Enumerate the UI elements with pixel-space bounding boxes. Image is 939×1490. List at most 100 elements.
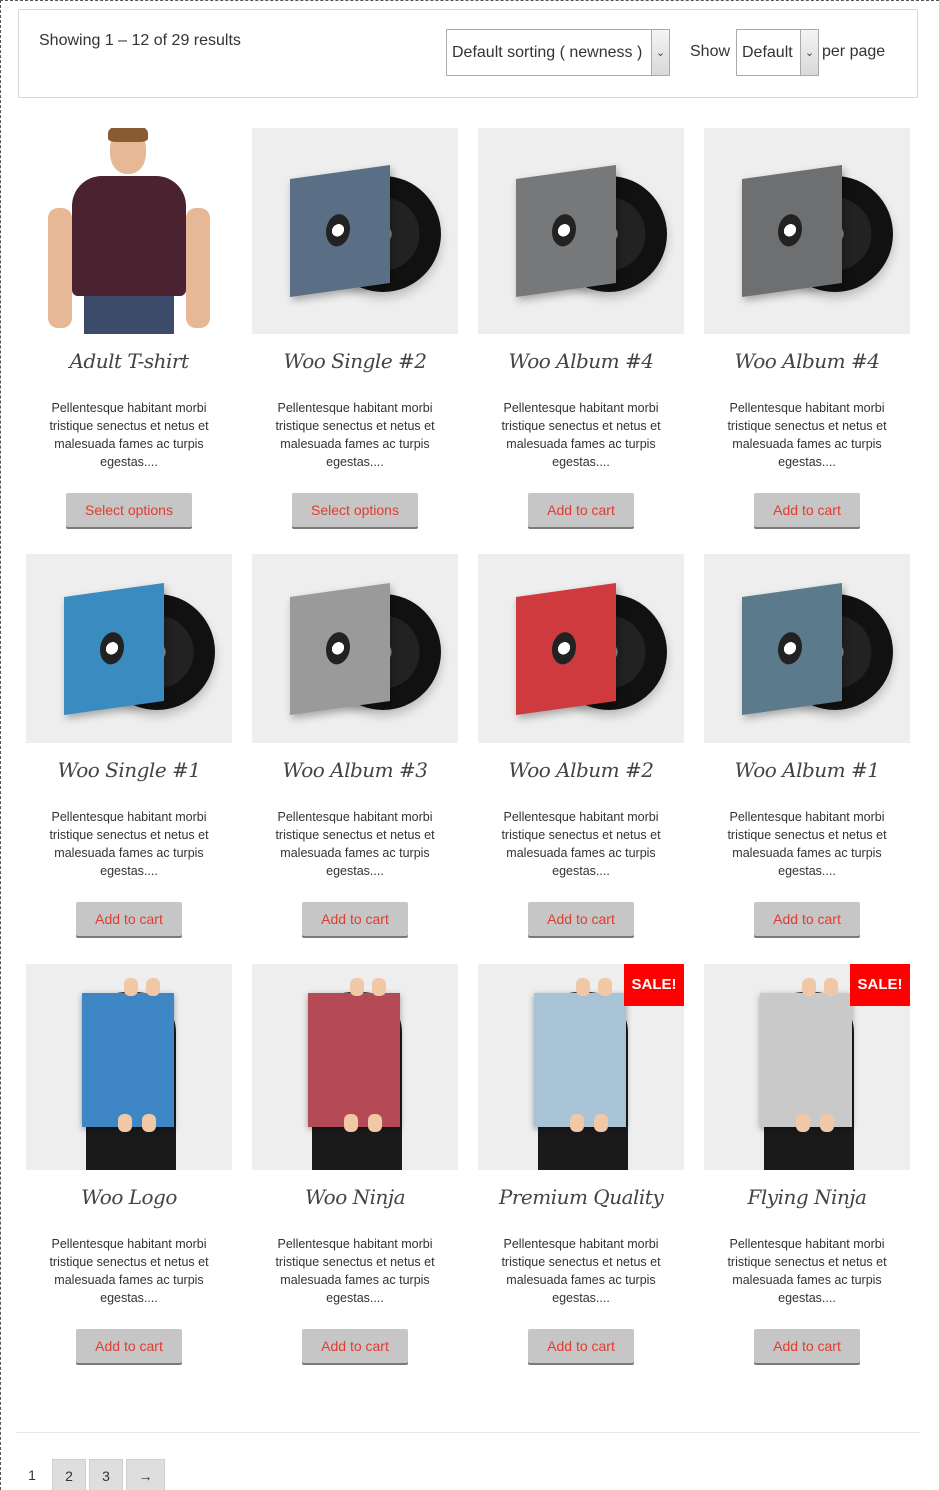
product-image[interactable] (252, 128, 458, 334)
product-image[interactable] (26, 964, 232, 1170)
hand-finger (820, 1114, 834, 1132)
hand-finger (372, 978, 386, 996)
per-page-select[interactable]: Default ⌄ (736, 29, 819, 76)
product-title[interactable]: Woo Album #2 (478, 758, 684, 788)
sleeve-hole (552, 630, 576, 666)
product-title[interactable]: Woo Logo (26, 1185, 232, 1215)
per-page-label: per page (822, 43, 886, 60)
person-shirt (72, 176, 186, 296)
poster-image (308, 993, 400, 1127)
product-title[interactable]: Woo Album #4 (478, 349, 684, 379)
per-page-value: Default (742, 43, 793, 61)
sleeve-hole (552, 212, 576, 248)
product-title[interactable]: Flying Ninja (704, 1185, 910, 1215)
add-to-cart-button[interactable]: Add to cart (754, 902, 860, 936)
person-jeans (84, 296, 174, 334)
album-sleeve-image (516, 582, 616, 716)
poster-image (534, 993, 626, 1127)
product-image[interactable]: SALE! (704, 964, 910, 1170)
hand-finger (368, 1114, 382, 1132)
product-description: Pellentesque habitant morbi tristique se… (727, 1237, 887, 1305)
add-to-cart-button[interactable]: Add to cart (528, 902, 634, 936)
sleeve-hole (100, 630, 124, 666)
person-hair (108, 128, 148, 142)
product-card: Woo Single #2 Pellentesque habitant morbi… (252, 128, 458, 527)
product-description: Pellentesque habitant morbi tristique se… (49, 401, 209, 469)
person-arm (48, 208, 72, 328)
product-image[interactable] (478, 554, 684, 743)
poster-image (760, 993, 852, 1127)
add-to-cart-button[interactable]: Add to cart (528, 1329, 634, 1363)
product-title[interactable]: Woo Single #2 (252, 349, 458, 379)
product-image[interactable] (704, 128, 910, 334)
product-image[interactable] (26, 128, 232, 334)
product-image[interactable] (252, 554, 458, 743)
product-card: Woo Album #1 Pellentesque habitant morbi … (704, 554, 910, 936)
hand-finger (350, 978, 364, 996)
pagination-page-2[interactable]: 2 (52, 1459, 86, 1490)
hand-finger (142, 1114, 156, 1132)
product-title[interactable]: Premium Quality (478, 1185, 684, 1215)
product-image[interactable]: SALE! (478, 964, 684, 1170)
add-to-cart-button[interactable]: Add to cart (302, 902, 408, 936)
sort-select-value: Default sorting ( newness ) (452, 43, 643, 61)
select-options-button[interactable]: Select options (66, 493, 192, 527)
sleeve-hole (326, 630, 350, 666)
product-description: Pellentesque habitant morbi tristique se… (49, 1237, 209, 1305)
add-to-cart-button[interactable]: Add to cart (528, 493, 634, 527)
product-image[interactable] (26, 554, 232, 743)
add-to-cart-button[interactable]: Add to cart (76, 1329, 182, 1363)
product-card: Woo Album #4 Pellentesque habitant morbi … (704, 128, 910, 527)
add-to-cart-button[interactable]: Add to cart (76, 902, 182, 936)
sleeve-hole (326, 212, 350, 248)
shop-toolbar: Showing 1 – 12 of 29 results Default sor… (18, 9, 918, 98)
show-label: Show (690, 43, 731, 60)
person-arm (186, 208, 210, 328)
product-title[interactable]: Woo Single #1 (26, 758, 232, 788)
pagination-next-button[interactable]: → (126, 1459, 165, 1490)
divider (16, 1432, 920, 1433)
product-card: Woo Album #3 Pellentesque habitant morbi … (252, 554, 458, 936)
product-card: SALE! Premium Quality Pellentesque habitan… (478, 964, 684, 1363)
product-title[interactable]: Woo Album #1 (704, 758, 910, 788)
album-sleeve-image (742, 582, 842, 716)
product-title[interactable]: Adult T-shirt (26, 349, 232, 379)
product-card: Woo Ninja Pellentesque habitant morbi tri… (252, 964, 458, 1363)
hand-finger (146, 978, 160, 996)
add-to-cart-button[interactable]: Add to cart (754, 493, 860, 527)
hand-finger (594, 1114, 608, 1132)
pagination-page-3[interactable]: 3 (89, 1459, 123, 1490)
product-card: Woo Single #1 Pellentesque habitant morbi… (26, 554, 232, 936)
add-to-cart-button[interactable]: Add to cart (302, 1329, 408, 1363)
product-title[interactable]: Woo Ninja (252, 1185, 458, 1215)
product-image[interactable] (478, 128, 684, 334)
product-description: Pellentesque habitant morbi tristique se… (727, 810, 887, 878)
hand-finger (118, 1114, 132, 1132)
product-card: Woo Album #4 Pellentesque habitant morbi … (478, 128, 684, 527)
chevron-down-icon: ⌄ (651, 30, 669, 75)
product-title[interactable]: Woo Album #4 (704, 349, 910, 379)
product-image[interactable] (252, 964, 458, 1170)
chevron-down-icon: ⌄ (800, 30, 818, 75)
poster-image (82, 993, 174, 1127)
sale-badge: SALE! (850, 964, 910, 1006)
product-description: Pellentesque habitant morbi tristique se… (727, 401, 887, 469)
add-to-cart-button[interactable]: Add to cart (754, 1329, 860, 1363)
product-description: Pellentesque habitant morbi tristique se… (49, 810, 209, 878)
product-description: Pellentesque habitant morbi tristique se… (501, 401, 661, 469)
sort-select[interactable]: Default sorting ( newness ) ⌄ (446, 29, 670, 76)
album-sleeve-image (742, 164, 842, 298)
hand-finger (576, 978, 590, 996)
hand-finger (802, 978, 816, 996)
product-title[interactable]: Woo Album #3 (252, 758, 458, 788)
result-count: Showing 1 – 12 of 29 results (39, 32, 241, 49)
sleeve-hole (778, 630, 802, 666)
product-card: Woo Logo Pellentesque habitant morbi tris… (26, 964, 232, 1363)
product-description: Pellentesque habitant morbi tristique se… (501, 1237, 661, 1305)
product-image[interactable] (704, 554, 910, 743)
select-options-button[interactable]: Select options (292, 493, 418, 527)
product-card: Woo Album #2 Pellentesque habitant morbi … (478, 554, 684, 936)
hand-finger (796, 1114, 810, 1132)
pagination-current: 1 (28, 1467, 36, 1483)
album-sleeve-image (64, 582, 164, 716)
